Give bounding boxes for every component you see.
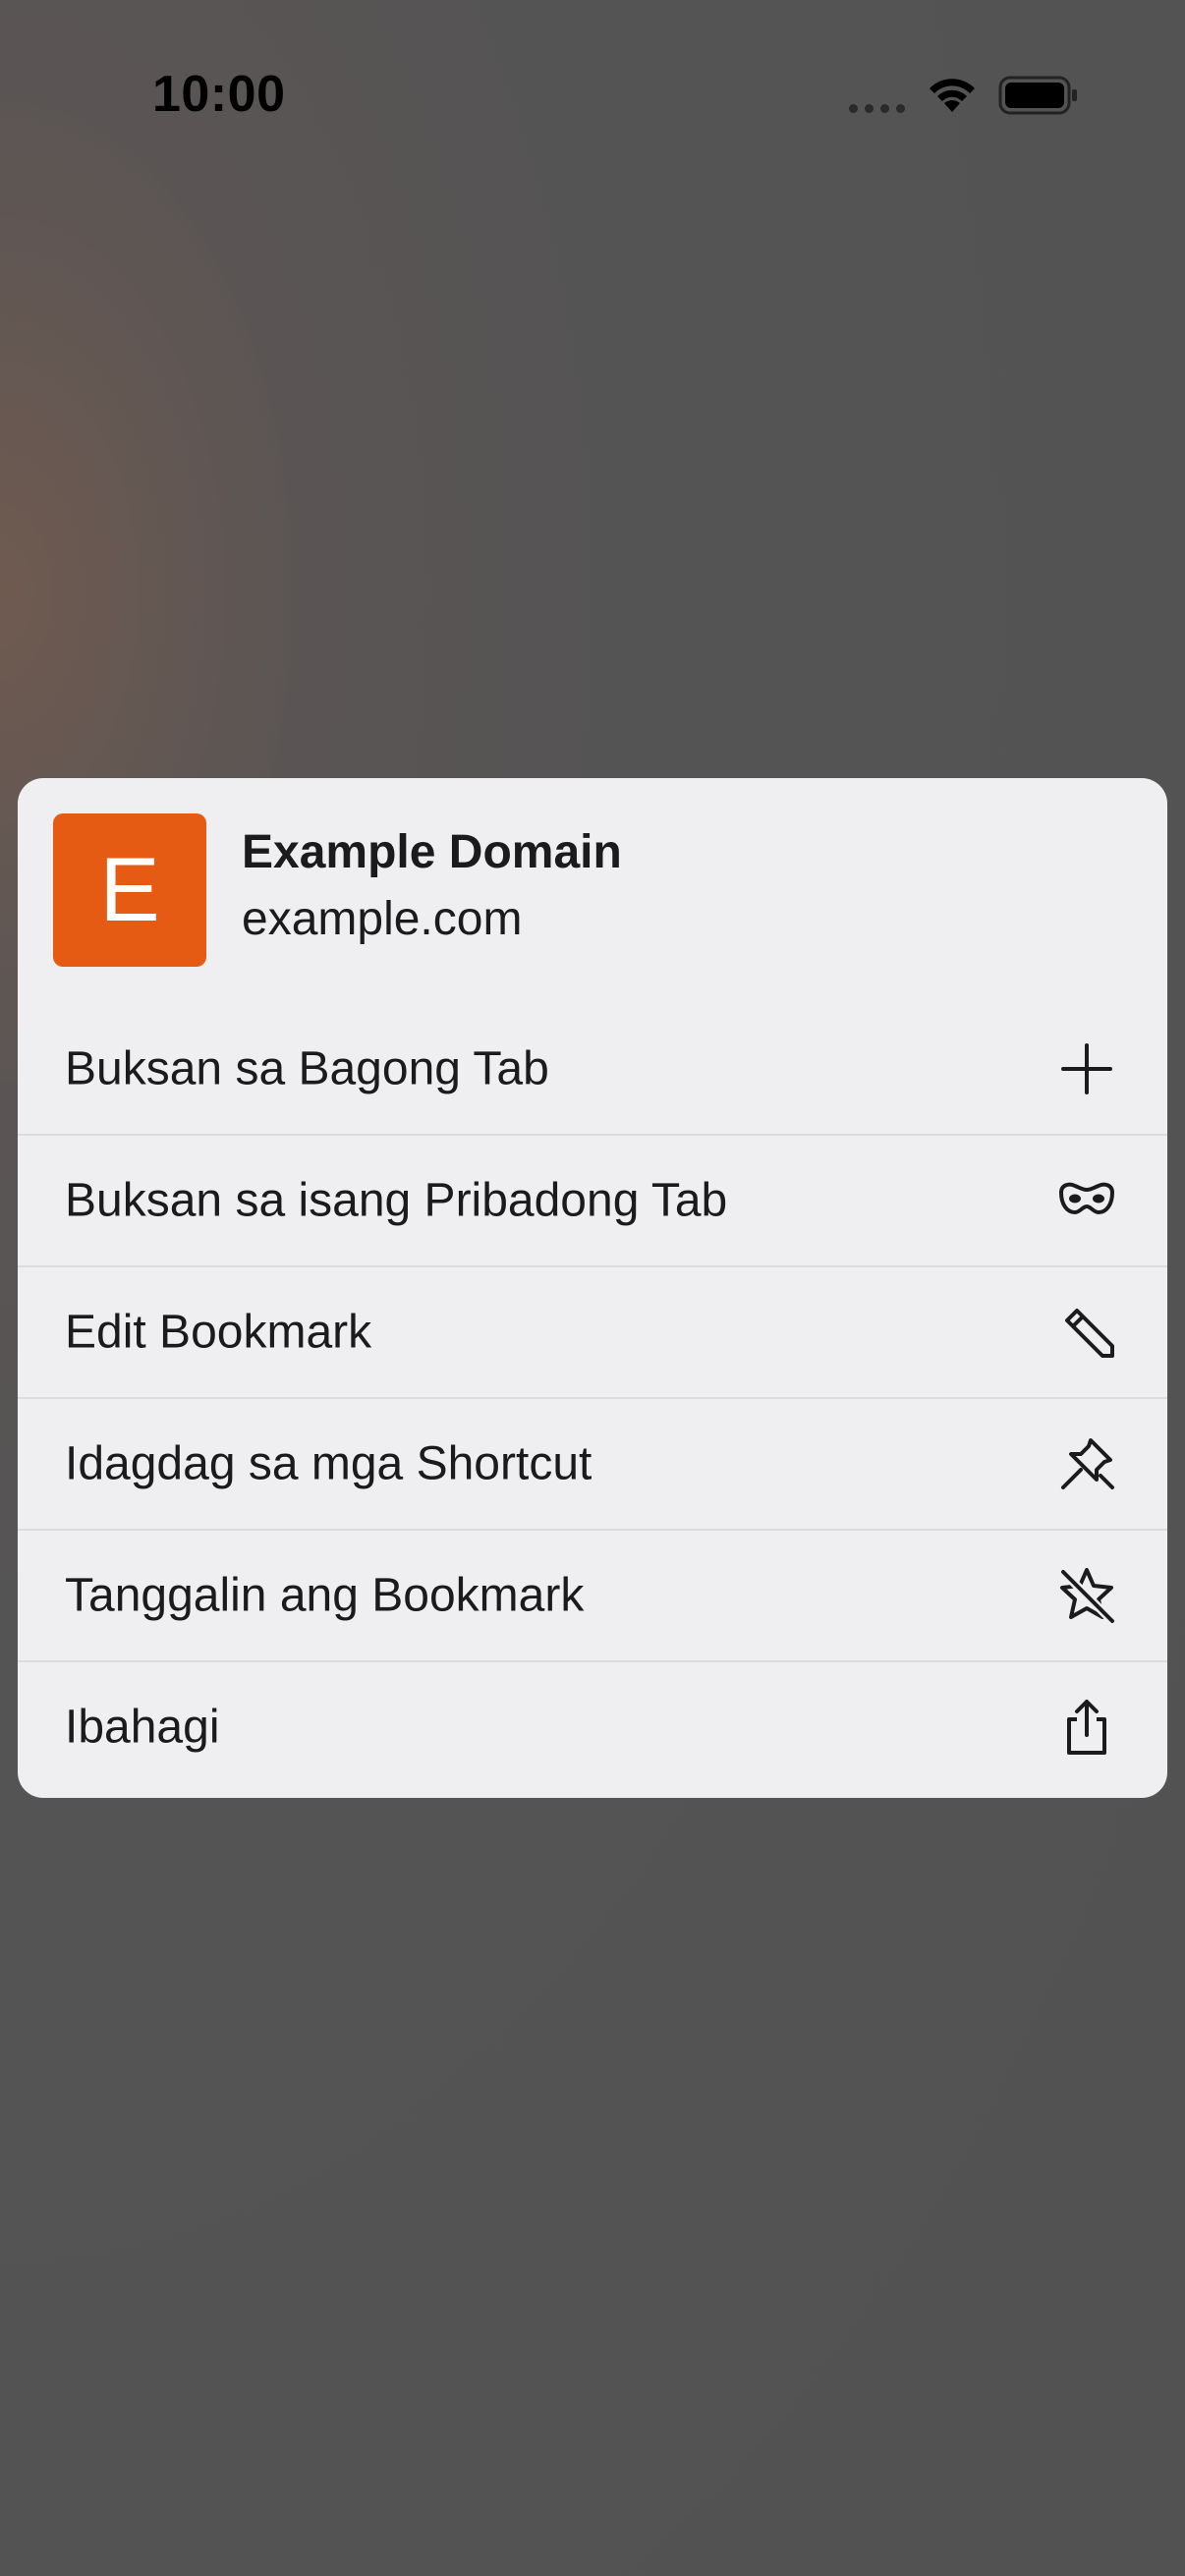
menu-item-add-shortcut[interactable]: Idagdag sa mga Shortcut [18, 1397, 1167, 1529]
status-time: 10:00 [152, 66, 286, 123]
share-icon [1055, 1696, 1118, 1759]
menu-item-share[interactable]: Ibahagi [18, 1660, 1167, 1792]
menu-item-label: Tanggalin ang Bookmark [65, 1569, 585, 1622]
link-context-menu: E Example Domain example.com Buksan sa B… [18, 778, 1167, 1798]
status-bar: 10:00 [0, 0, 1185, 187]
plus-icon [1055, 1037, 1118, 1100]
menu-item-open-private-tab[interactable]: Buksan sa isang Pribadong Tab [18, 1134, 1167, 1265]
menu-item-open-new-tab[interactable]: Buksan sa Bagong Tab [18, 1004, 1167, 1134]
star-slash-icon [1055, 1564, 1118, 1627]
menu-item-label: Ibahagi [65, 1701, 220, 1754]
menu-item-edit-bookmark[interactable]: Edit Bookmark [18, 1265, 1167, 1397]
battery-icon [998, 76, 1077, 115]
wifi-icon [930, 79, 975, 112]
menu-item-label: Buksan sa Bagong Tab [65, 1042, 549, 1095]
menu-item-label: Edit Bookmark [65, 1306, 372, 1359]
menu-item-label: Buksan sa isang Pribadong Tab [65, 1174, 728, 1227]
cellular-signal-icon [849, 104, 905, 113]
menu-item-label: Idagdag sa mga Shortcut [65, 1437, 592, 1490]
site-title: Example Domain [242, 826, 622, 878]
link-preview-header: E Example Domain example.com [18, 778, 1167, 1004]
site-favicon: E [53, 813, 206, 967]
menu-list: Buksan sa Bagong Tab Buksan sa isang Pri… [18, 1004, 1167, 1792]
pencil-icon [1055, 1301, 1118, 1364]
private-mask-icon [1055, 1169, 1118, 1232]
menu-item-remove-bookmark[interactable]: Tanggalin ang Bookmark [18, 1529, 1167, 1660]
site-url: example.com [242, 893, 523, 945]
pin-icon [1055, 1432, 1118, 1495]
